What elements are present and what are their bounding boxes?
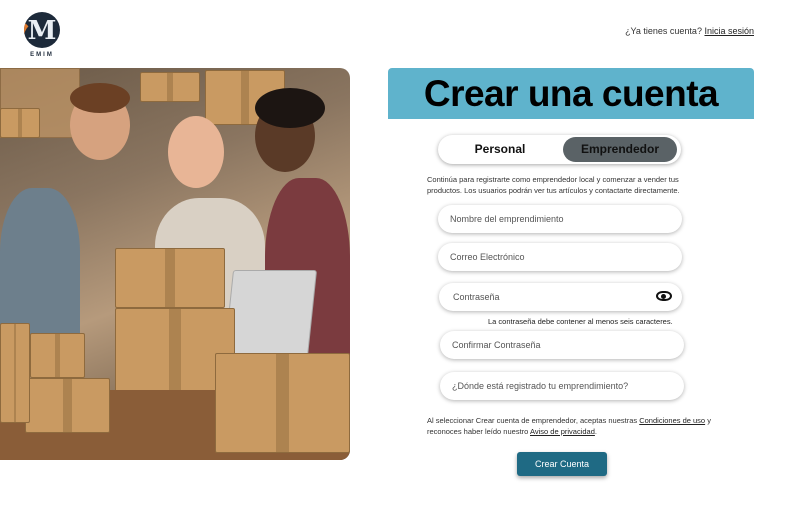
eye-icon[interactable] [656,291,672,301]
conditions-link[interactable]: Condiciones de uso [639,416,705,425]
box-stack-left [0,323,30,423]
confirm-password-input[interactable]: Confirmar Contraseña [440,331,684,359]
toggle-emprendedor[interactable]: Emprendedor [563,137,677,162]
logo-name: EMIM [30,52,54,58]
brand-logo[interactable]: M EMIM [22,12,62,60]
box-foreground-left [25,378,110,433]
email-input[interactable]: Correo Electrónico [438,243,682,271]
box-small [30,333,85,378]
login-link[interactable]: Inicia sesión [704,26,754,36]
page-title: Crear una cuenta [423,73,719,114]
toggle-personal[interactable]: Personal [442,137,558,162]
business-name-input[interactable]: Nombre del emprendimiento [438,205,682,233]
background-box [0,108,40,138]
create-account-button[interactable]: Crear Cuenta [517,452,607,476]
terms-prefix: Al seleccionar Crear cuenta de emprended… [427,416,640,425]
privacy-link[interactable]: Aviso de privacidad [530,427,595,436]
account-type-toggle: Personal Emprendedor [438,135,681,164]
held-box [115,248,225,308]
terms-suffix: . [594,427,597,436]
logo-letter: M [27,16,57,46]
password-placeholder: Contraseña [453,292,500,302]
person-right-hair [255,88,325,128]
title-banner: Crear una cuenta [388,68,754,119]
login-prompt: ¿Ya tienes cuenta? Inicia sesión [625,26,754,36]
background-box [140,72,200,102]
box-foreground-right [215,353,350,453]
business-registration-input[interactable]: ¿Dónde está registrado tu emprendimiento… [440,372,684,400]
person-middle-head [168,116,224,188]
form-description: Continúa para registrarte como emprended… [427,175,680,195]
password-hint: La contraseña debe contener al menos sei… [488,317,673,326]
login-prompt-text: ¿Ya tienes cuenta? [625,26,702,36]
terms-text: Al seleccionar Crear cuenta de emprended… [427,415,717,437]
logo-emblem: M [24,12,60,48]
laptop [222,270,318,366]
password-input[interactable]: Contraseña [439,283,682,311]
person-left-hair [70,83,130,113]
hero-photo [0,68,350,460]
